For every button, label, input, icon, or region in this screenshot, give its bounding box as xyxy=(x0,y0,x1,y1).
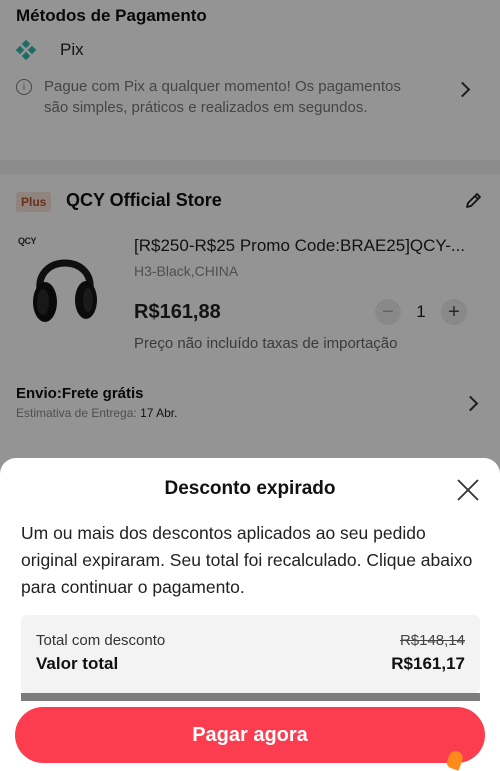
total-label: Valor total xyxy=(36,654,119,673)
close-icon[interactable] xyxy=(456,478,480,502)
discount-total-label: Total com desconto xyxy=(36,632,166,649)
dialog-message: Um ou mais dos descontos aplicados ao se… xyxy=(21,523,473,597)
old-total-value: R$148,14 xyxy=(399,632,465,649)
total-value: R$161,17 xyxy=(391,654,465,673)
summary-divider xyxy=(21,693,480,701)
dialog-title: Desconto expirado xyxy=(164,478,336,499)
pay-now-button[interactable]: Pagar agora xyxy=(15,707,485,763)
